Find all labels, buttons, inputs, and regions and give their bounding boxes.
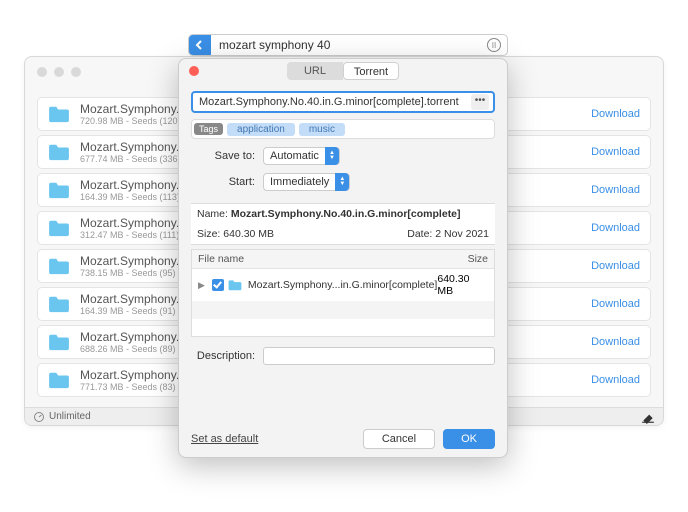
max-dot[interactable] [71, 67, 81, 77]
close-icon[interactable] [189, 66, 199, 76]
close-dot[interactable] [37, 67, 47, 77]
tab-url[interactable]: URL [287, 62, 343, 80]
folder-icon [48, 219, 70, 237]
search-bar[interactable]: mozart symphony 40 II [188, 34, 508, 56]
description-input[interactable] [263, 347, 495, 365]
tags-label: Tags [194, 123, 223, 135]
file-name: Mozart.Symphony...in.G.minor[complete] [248, 279, 437, 291]
download-link[interactable]: Download [591, 336, 640, 348]
tab-torrent[interactable]: Torrent [343, 62, 399, 80]
download-link[interactable]: Download [591, 222, 640, 234]
folder-icon [228, 279, 242, 291]
file-size: 640.30 MB [437, 273, 488, 297]
unlimited-label: Unlimited [49, 411, 91, 422]
checkbox[interactable] [212, 279, 224, 291]
eraser-icon[interactable] [641, 410, 655, 424]
download-link[interactable]: Download [591, 184, 640, 196]
download-link[interactable]: Download [591, 108, 640, 120]
cancel-button[interactable]: Cancel [363, 429, 435, 449]
folder-icon [48, 333, 70, 351]
chevron-updown-icon: ▲▼ [325, 147, 339, 165]
download-link[interactable]: Download [591, 374, 640, 386]
folder-icon [48, 257, 70, 275]
folder-icon [48, 371, 70, 389]
pause-icon[interactable]: II [487, 38, 501, 52]
folder-icon [48, 181, 70, 199]
save-to-select[interactable]: Automatic ▲▼ [263, 147, 340, 165]
torrent-path-field[interactable]: Mozart.Symphony.No.40.in.G.minor[complet… [191, 91, 495, 113]
chevron-left-icon [195, 40, 205, 50]
folder-icon [48, 143, 70, 161]
torrent-path-value: Mozart.Symphony.No.40.in.G.minor[complet… [199, 96, 459, 108]
col-filename[interactable]: File name [198, 253, 468, 265]
chevron-updown-icon: ▲▼ [335, 173, 349, 191]
start-label: Start: [191, 176, 255, 188]
folder-icon [48, 295, 70, 313]
torrent-info: Name: Mozart.Symphony.No.40.in.G.minor[c… [191, 203, 495, 245]
download-link[interactable]: Download [591, 146, 640, 158]
folder-icon [48, 105, 70, 123]
tags-field[interactable]: Tags application music [191, 119, 495, 139]
table-row[interactable]: ▶ Mozart.Symphony...in.G.minor[complete]… [192, 269, 494, 301]
set-default-link[interactable]: Set as default [191, 433, 258, 445]
torrent-size: 640.30 MB [223, 228, 274, 240]
mode-segmented[interactable]: URL Torrent [287, 62, 399, 80]
description-label: Description: [191, 350, 255, 362]
back-button[interactable] [189, 35, 211, 55]
search-input[interactable]: mozart symphony 40 [211, 38, 487, 52]
traffic-lights [37, 67, 81, 77]
add-torrent-dialog: URL Torrent Mozart.Symphony.No.40.in.G.m… [178, 58, 508, 458]
download-link[interactable]: Download [591, 298, 640, 310]
torrent-name: Mozart.Symphony.No.40.in.G.minor[complet… [231, 208, 461, 220]
browse-button[interactable]: ••• [471, 94, 489, 110]
chevron-right-icon[interactable]: ▶ [198, 280, 208, 291]
tag-chip[interactable]: music [299, 123, 345, 136]
gauge-icon [33, 411, 45, 423]
start-select[interactable]: Immediately ▲▼ [263, 173, 350, 191]
tag-chip[interactable]: application [227, 123, 295, 136]
min-dot[interactable] [54, 67, 64, 77]
save-to-label: Save to: [191, 150, 255, 162]
ok-button[interactable]: OK [443, 429, 495, 449]
col-size[interactable]: Size [468, 253, 488, 265]
file-table: File name Size ▶ Mozart.Symphony...in.G.… [191, 249, 495, 337]
download-link[interactable]: Download [591, 260, 640, 272]
torrent-date: 2 Nov 2021 [435, 228, 489, 240]
